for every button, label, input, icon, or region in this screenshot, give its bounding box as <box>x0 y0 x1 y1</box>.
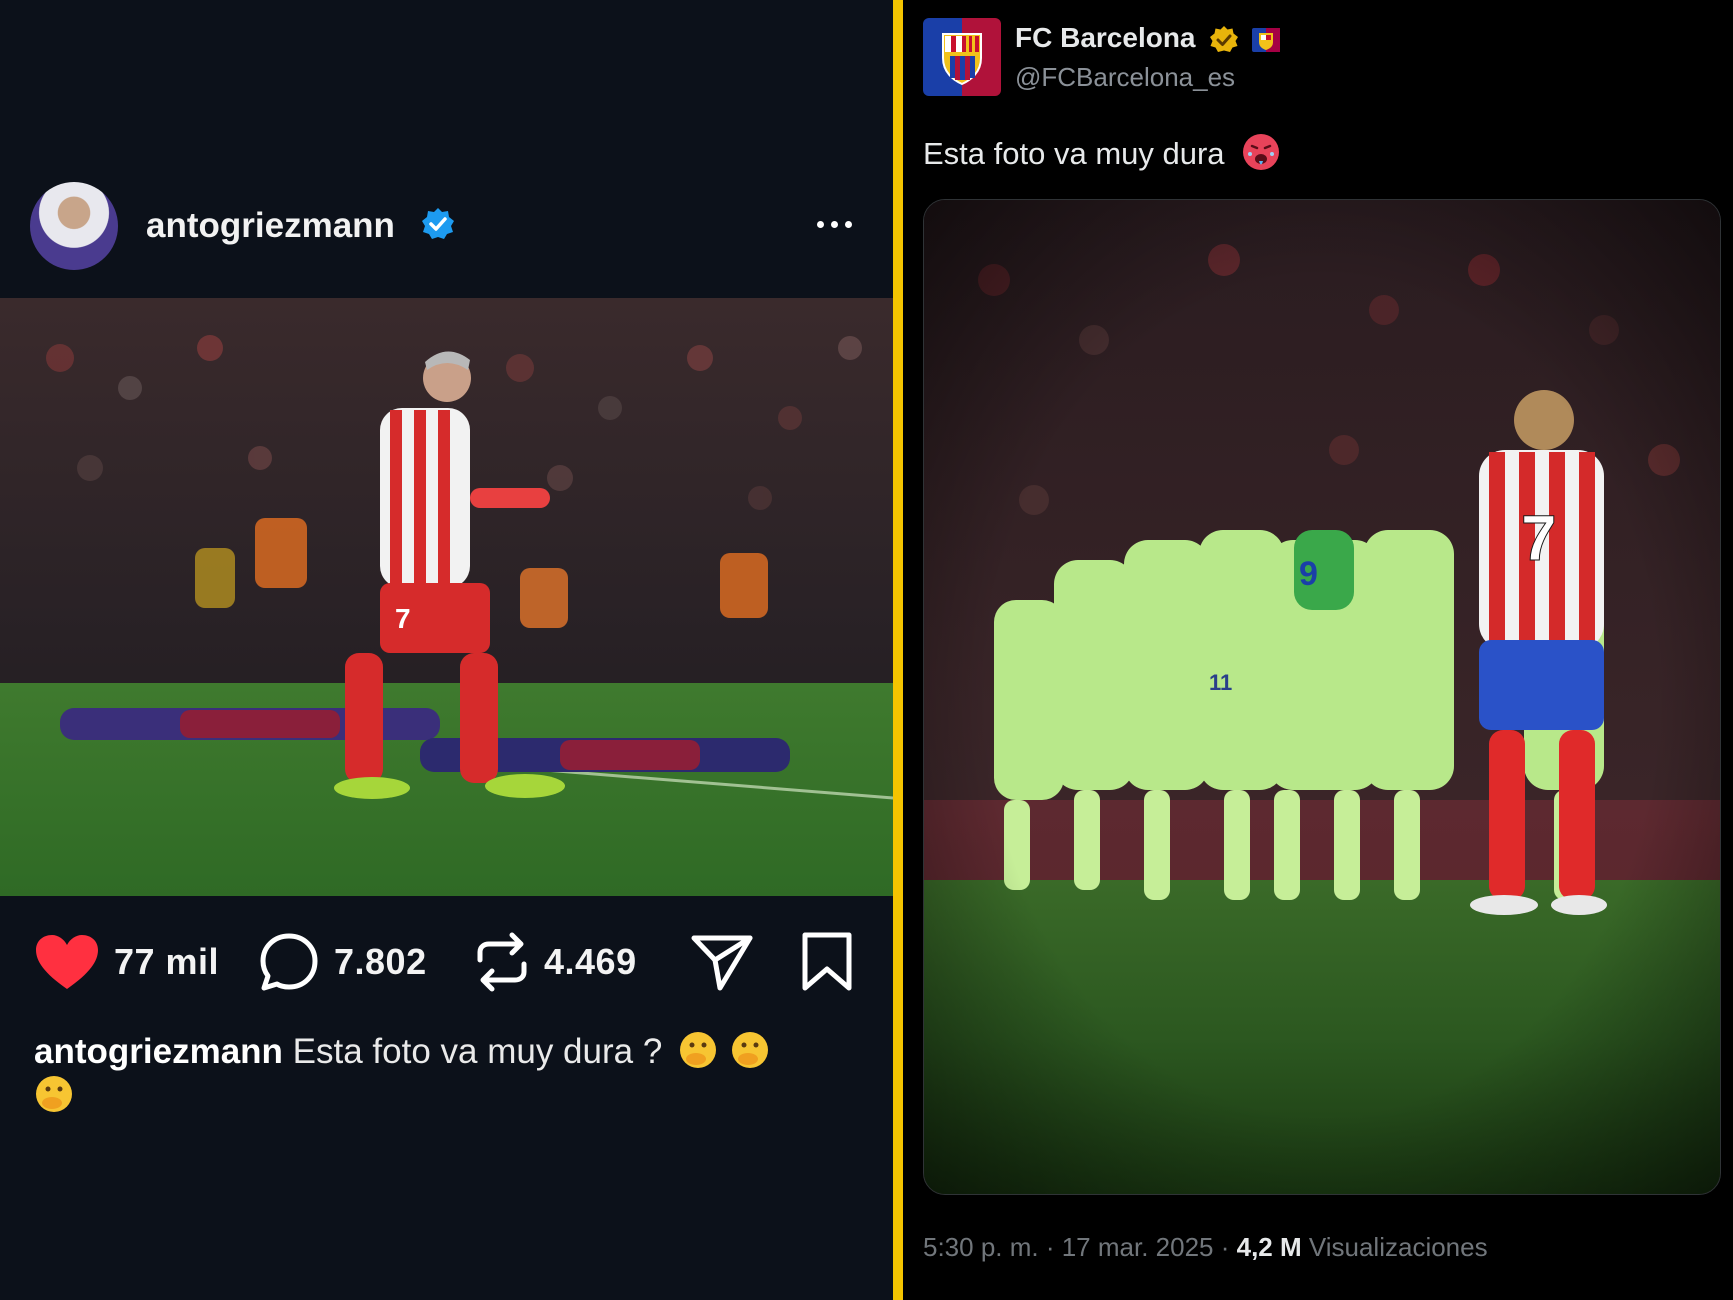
views-count: 4,2 M <box>1236 1232 1302 1262</box>
heart-filled-icon <box>36 935 98 989</box>
instagram-post-panel: antogriezmann 7 77 mil 7.802 4.469 antog… <box>0 0 893 1300</box>
club-avatar[interactable] <box>923 18 1001 96</box>
post-actions: 77 mil 7.802 4.469 <box>0 922 893 1002</box>
hand-over-mouth-emoji-icon <box>732 1032 769 1068</box>
tweet-timestamp[interactable]: 5:30 p. m. · 17 mar. 2025 · <box>923 1232 1237 1262</box>
yellow-divider <box>893 0 903 1300</box>
tweet-display-name[interactable]: FC Barcelona <box>1015 22 1196 54</box>
profile-avatar[interactable] <box>30 182 118 270</box>
hand-over-mouth-emoji-icon <box>680 1032 717 1068</box>
post-header: antogriezmann <box>0 170 893 280</box>
save-button[interactable] <box>800 922 854 1002</box>
team-huddle-photo: 9 11 7 <box>924 200 1720 1194</box>
views-label: Visualizaciones <box>1301 1232 1488 1262</box>
tweet-photo[interactable]: 9 11 7 <box>923 199 1721 1195</box>
caption-username[interactable]: antogriezmann <box>34 1032 283 1071</box>
svg-text:7: 7 <box>395 603 411 634</box>
comments-count: 7.802 <box>334 941 427 982</box>
post-caption: antogriezmann Esta foto va muy dura ? <box>34 1030 834 1118</box>
club-crest-icon <box>923 18 1001 96</box>
tweet-handle[interactable]: @FCBarcelona_es <box>1015 62 1235 93</box>
comment-bubble-icon <box>260 933 318 991</box>
verified-badge-icon <box>422 208 454 239</box>
post-username[interactable]: antogriezmann <box>146 206 395 246</box>
more-options-icon[interactable] <box>800 204 868 244</box>
likes-count: 77 mil <box>114 941 220 982</box>
comment-button[interactable]: 7.802 <box>258 922 427 1002</box>
celebration-photo: 7 <box>0 298 893 896</box>
hand-over-mouth-emoji-icon <box>36 1076 72 1112</box>
share-button[interactable] <box>690 922 754 1002</box>
tweet-meta: 5:30 p. m. · 17 mar. 2025 · 4,2 M Visual… <box>923 1232 1488 1263</box>
like-button[interactable]: 77 mil <box>34 922 219 1002</box>
tweet-text: Esta foto va muy dura <box>923 136 1225 171</box>
bookmark-icon <box>802 932 852 991</box>
repost-button[interactable]: 4.469 <box>474 922 637 1002</box>
caption-text: Esta foto va muy dura ? <box>292 1032 663 1071</box>
gold-verified-badge-icon <box>1210 26 1238 52</box>
repost-icon <box>477 932 527 992</box>
hot-face-emoji-icon <box>1243 134 1280 170</box>
reposts-count: 4.469 <box>544 941 637 982</box>
post-photo[interactable]: 7 <box>0 298 893 896</box>
club-flag-icon <box>1252 28 1280 52</box>
tweet-text-row: Esta foto va muy dura <box>923 132 1281 172</box>
tweet-panel: FC Barcelona @FCBarcelona_es Esta foto v… <box>903 0 1733 1300</box>
send-paper-plane-icon <box>691 935 753 991</box>
